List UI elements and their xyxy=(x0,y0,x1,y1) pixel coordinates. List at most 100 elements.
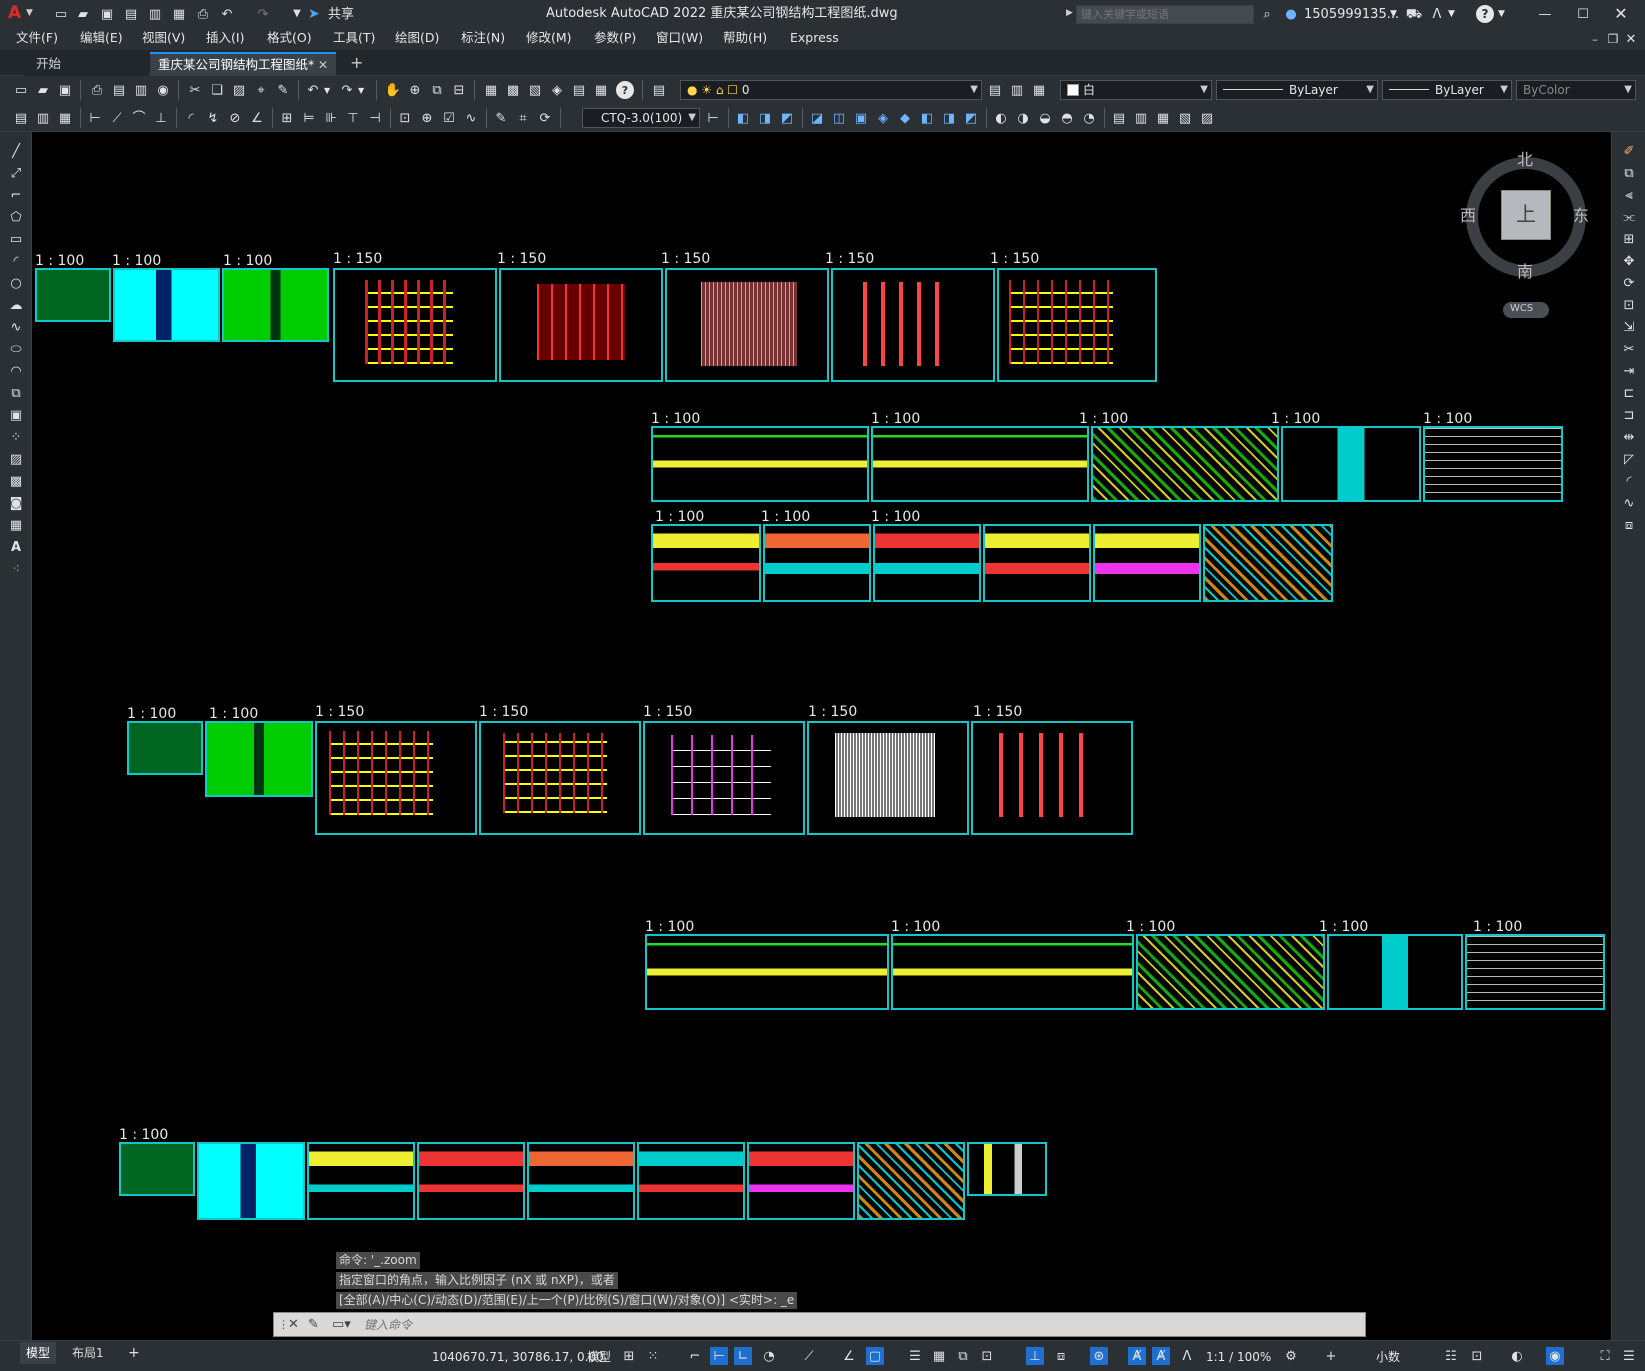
app-menu-chevron-icon[interactable]: ▼ xyxy=(26,9,33,18)
polar-icon[interactable]: ◔ xyxy=(760,1347,778,1365)
array-icon[interactable]: ⊞ xyxy=(1620,230,1638,248)
qnew-icon[interactable]: ▭ xyxy=(12,81,30,99)
modify-icon-14[interactable]: ◒ xyxy=(1036,109,1054,127)
modify-icon-19[interactable]: ▦ xyxy=(1154,109,1172,127)
modify-icon-1[interactable]: ◧ xyxy=(734,109,752,127)
drawing-sheet[interactable] xyxy=(747,1142,855,1220)
polygon-icon[interactable]: ⬠ xyxy=(7,208,25,226)
tb2-icon-3[interactable]: ▦ xyxy=(56,109,74,127)
user-name[interactable]: 1505999135... xyxy=(1304,8,1399,21)
lock-ui-icon[interactable]: ⊡ xyxy=(1468,1347,1486,1365)
trim-icon[interactable]: ✂ xyxy=(1620,340,1638,358)
drawing-sheet[interactable] xyxy=(967,1142,1047,1196)
modify-icon-15[interactable]: ◓ xyxy=(1058,109,1076,127)
infer-icon[interactable]: ⌐ xyxy=(686,1347,704,1365)
modify-icon-5[interactable]: ◫ xyxy=(830,109,848,127)
zoom-window-icon[interactable]: ⧉ xyxy=(428,81,446,99)
modify-icon-12[interactable]: ◐ xyxy=(992,109,1010,127)
dim-angular-icon[interactable]: ∠ xyxy=(248,109,266,127)
layer-state-icon[interactable]: ▦ xyxy=(1030,81,1048,99)
modify-icon-17[interactable]: ▤ xyxy=(1110,109,1128,127)
dim-quick-icon[interactable]: ⊞ xyxy=(278,109,296,127)
rectangle-icon[interactable]: ▭ xyxy=(7,230,25,248)
viewcube-west[interactable]: 西 xyxy=(1460,208,1476,224)
search-expand-icon[interactable]: ▶ xyxy=(1066,9,1073,18)
modify-icon-11[interactable]: ◩ xyxy=(962,109,980,127)
command-customize-icon[interactable]: ✎ xyxy=(308,1318,319,1331)
menu-item-express[interactable]: Express xyxy=(790,31,839,45)
modify-icon-7[interactable]: ◈ xyxy=(874,109,892,127)
viewcube-south[interactable]: 南 xyxy=(1517,264,1533,280)
dimstyle-chevron-icon[interactable]: ▼ xyxy=(688,109,696,127)
dim-jogged-icon[interactable]: ↯ xyxy=(204,109,222,127)
gizmo-icon[interactable]: ⊛ xyxy=(1090,1347,1108,1365)
autodesk-chevron-icon[interactable]: ▼ xyxy=(1448,10,1455,19)
drawing-sheet[interactable] xyxy=(807,721,969,835)
publish-icon[interactable]: ▥ xyxy=(132,81,150,99)
undo-toolbar-icon[interactable]: ↶ xyxy=(304,81,322,99)
share-icon[interactable]: ➤ xyxy=(308,7,320,21)
dim-text-edit-icon[interactable]: ⌗ xyxy=(514,109,532,127)
transparency-icon[interactable]: ▦ xyxy=(930,1347,948,1365)
menu-item-help[interactable]: 帮助(H) xyxy=(723,31,767,45)
customization-icon[interactable]: ☰ xyxy=(1620,1347,1638,1365)
rotate-icon[interactable]: ⟳ xyxy=(1620,274,1638,292)
redo-toolbar-icon[interactable]: ↷ xyxy=(338,81,356,99)
layer-dropdown[interactable]: ● ☀ ⌂ ☐ 0 ▼ xyxy=(680,80,982,100)
tab-drawing[interactable]: 重庆某公司钢结构工程图纸* ✕ xyxy=(150,52,336,76)
modify-icon-18[interactable]: ▥ xyxy=(1132,109,1150,127)
gradient-icon[interactable]: ▩ xyxy=(7,472,25,490)
undo-icon[interactable]: ↶ xyxy=(218,5,236,23)
blend-icon[interactable]: ∿ xyxy=(1620,494,1638,512)
annotation-monitor-icon[interactable]: + xyxy=(1322,1347,1340,1365)
drawing-sheet[interactable] xyxy=(831,268,995,382)
arc-icon[interactable]: ◜ xyxy=(7,252,25,270)
drawing-sheet[interactable] xyxy=(35,268,111,322)
coordinates-readout[interactable]: 1040670.71, 30786.17, 0.00 xyxy=(432,1351,604,1363)
menu-item-draw[interactable]: 绘图(D) xyxy=(395,31,439,45)
dimstyle-icon[interactable]: ⊢ xyxy=(704,109,722,127)
print-icon[interactable]: ⎙ xyxy=(88,81,106,99)
tab-model[interactable]: 模型 xyxy=(20,1342,57,1364)
fillet-icon[interactable]: ◜ xyxy=(1620,472,1638,490)
scale-icon[interactable]: ⊡ xyxy=(1620,296,1638,314)
workspace-gear-icon[interactable]: ⚙ xyxy=(1282,1347,1300,1365)
line-icon[interactable]: ╱ xyxy=(7,142,25,160)
new-icon[interactable]: ▭ xyxy=(52,5,70,23)
blockedit-icon[interactable]: ✎ xyxy=(274,81,292,99)
help-icon[interactable]: ? xyxy=(1476,5,1494,23)
save-web-icon[interactable]: ▦ xyxy=(170,5,188,23)
copy-icon[interactable]: ❏ xyxy=(208,81,226,99)
dim-baseline-icon[interactable]: ⊨ xyxy=(300,109,318,127)
drawing-sheet[interactable] xyxy=(127,721,203,775)
dwf-icon[interactable]: ◉ xyxy=(154,81,172,99)
autodesk-icon[interactable]: Ʌ xyxy=(1428,5,1446,23)
dynamic-ucs-icon[interactable]: ⊥ xyxy=(1026,1347,1044,1365)
help-toolbar-icon[interactable]: ? xyxy=(616,81,634,99)
hatch-icon[interactable]: ▨ xyxy=(7,450,25,468)
point-icon[interactable]: ⁘ xyxy=(7,428,25,446)
plotstyle-dropdown[interactable]: ByColor ▼ xyxy=(1516,80,1636,100)
table-icon[interactable]: ▦ xyxy=(7,516,25,534)
drawing-sheet[interactable] xyxy=(645,934,889,1010)
add-layout-button[interactable]: + xyxy=(122,1342,146,1364)
dim-arc-icon[interactable]: ⌒ xyxy=(130,109,148,127)
drawing-sheet[interactable] xyxy=(763,524,871,602)
modify-icon-3[interactable]: ◩ xyxy=(778,109,796,127)
viewcube-north[interactable]: 北 xyxy=(1517,152,1533,168)
modify-icon-2[interactable]: ◨ xyxy=(756,109,774,127)
dim-space-icon[interactable]: ⊤ xyxy=(344,109,362,127)
jogged-linear-icon[interactable]: ∿ xyxy=(462,109,480,127)
drawing-sheet[interactable] xyxy=(119,1142,195,1196)
dim-radius-icon[interactable]: ◜ xyxy=(182,109,200,127)
isolate-objects-icon[interactable]: ◐ xyxy=(1508,1347,1526,1365)
make-block-icon[interactable]: ▣ xyxy=(7,406,25,424)
drawing-sheet[interactable] xyxy=(1327,934,1463,1010)
model-space-button[interactable]: 模型 xyxy=(587,1351,611,1363)
drawing-sheet[interactable] xyxy=(479,721,641,835)
circle-icon[interactable]: ○ xyxy=(7,274,25,292)
search-input[interactable] xyxy=(1076,5,1254,24)
insert-block-icon[interactable]: ⧉ xyxy=(7,384,25,402)
drawing-sheet[interactable] xyxy=(499,268,663,382)
dim-update-icon[interactable]: ⟳ xyxy=(536,109,554,127)
